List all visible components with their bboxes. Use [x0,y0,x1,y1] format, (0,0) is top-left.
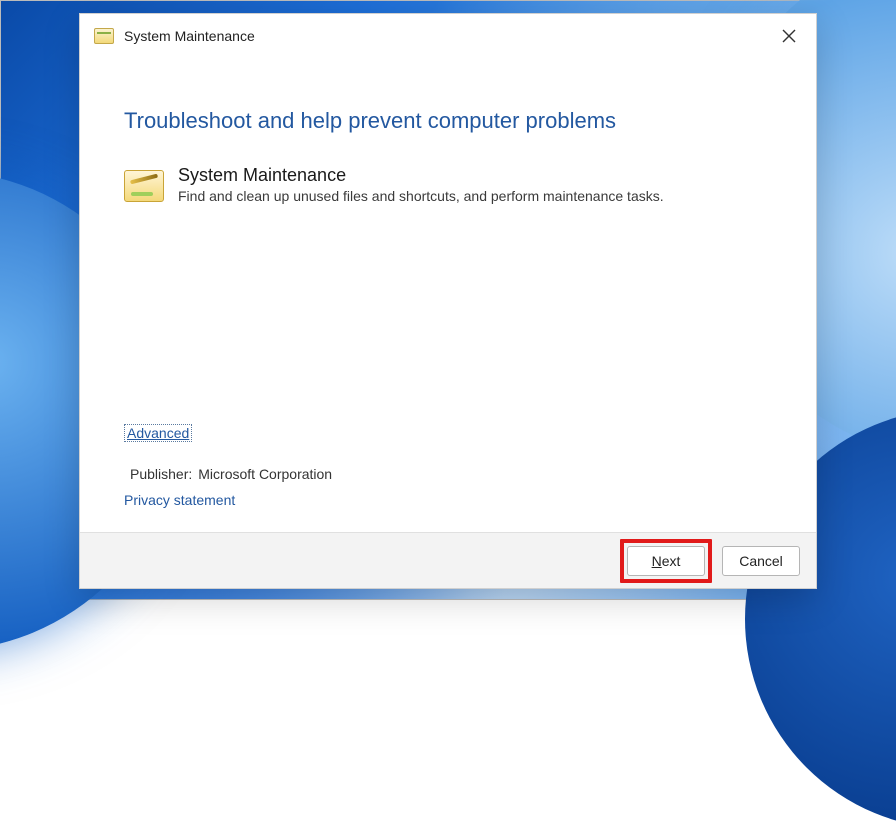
cancel-button[interactable]: Cancel [722,546,800,576]
dialog-content: Troubleshoot and help prevent computer p… [80,58,816,532]
troubleshooter-dialog: System Maintenance Troubleshoot and help… [79,13,817,589]
next-label-suffix: ext [662,553,681,569]
titlebar: System Maintenance [80,14,816,58]
maintenance-folder-icon [124,170,164,202]
publisher-value: Microsoft Corporation [198,466,332,482]
page-title: Troubleshoot and help prevent computer p… [124,108,776,134]
next-button-highlight: Next [620,539,712,583]
next-accelerator: N [652,553,662,569]
advanced-link[interactable]: Advanced [124,424,192,442]
close-button[interactable] [766,19,812,53]
item-texts: System Maintenance Find and clean up unu… [178,164,776,206]
bottom-meta: Advanced Publisher: Microsoft Corporation… [124,424,332,508]
publisher-line: Publisher: Microsoft Corporation [124,466,332,482]
publisher-label: Publisher: [130,466,192,482]
next-button[interactable]: Next [627,546,705,576]
item-description: Find and clean up unused files and short… [178,187,776,206]
window-title: System Maintenance [124,28,255,44]
close-icon [782,29,796,43]
button-bar: Next Cancel [80,532,816,588]
privacy-statement-link[interactable]: Privacy statement [124,492,332,508]
troubleshooter-item: System Maintenance Find and clean up unu… [124,164,776,206]
item-title: System Maintenance [178,164,776,187]
folder-wrench-icon [94,28,114,44]
